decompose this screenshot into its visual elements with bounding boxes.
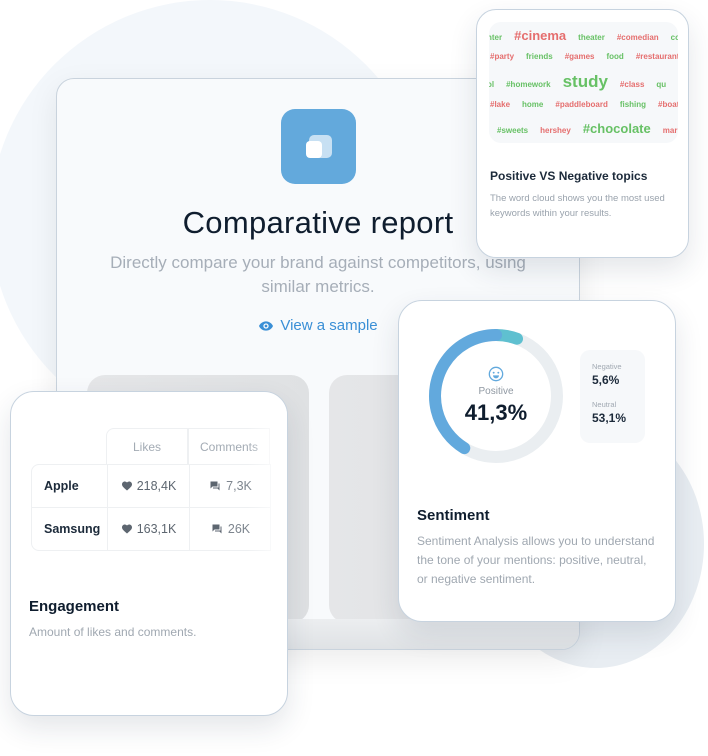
table-fade — [247, 392, 287, 612]
word-cloud-keyword: friends — [526, 52, 553, 61]
word-cloud-keyword: #paddleboard — [555, 100, 608, 109]
word-cloud: nter #cinema theater #comedian co #party frien… — [489, 22, 678, 143]
chat-icon — [212, 524, 222, 534]
sentiment-description: Sentiment Analysis allows you to underst… — [417, 534, 655, 586]
word-cloud-keyword: theater — [578, 33, 605, 42]
table-row: Samsung 163,1K 26K — [31, 507, 271, 551]
word-cloud-description: The word cloud shows you the most used k… — [490, 193, 665, 219]
likes-cell: 218,4K — [107, 465, 189, 507]
word-cloud-keyword: #comedian — [616, 33, 659, 42]
engagement-card: Likes Comments Apple 218,4K 7,3K Samsung… — [10, 391, 288, 716]
brand-name: Samsung — [44, 522, 101, 536]
neutral-label: Neutral — [592, 400, 617, 409]
donut-center: Positive 41,3% — [427, 327, 565, 465]
word-cloud-keyword: #party — [490, 52, 515, 61]
likes-value: 163,1K — [136, 522, 177, 536]
sentiment-card: Positive 41,3% Negative 5,6% Neutral 53,… — [398, 300, 676, 622]
sentiment-breakdown: Negative 5,6% Neutral 53,1% — [580, 350, 645, 443]
word-cloud-keyword: #sweets — [497, 126, 529, 135]
chat-icon — [210, 481, 220, 491]
word-cloud-keyword: #class — [619, 80, 645, 89]
heart-icon — [121, 481, 132, 491]
engagement-description: Amount of likes and comments. — [29, 625, 197, 639]
word-cloud-keyword: #boat — [658, 100, 678, 109]
word-cloud-keyword: home — [522, 100, 544, 109]
positive-value: 41,3% — [464, 400, 528, 425]
word-cloud-card: nter #cinema theater #comedian co #party frien… — [476, 9, 689, 258]
compare-squares-icon — [281, 109, 356, 184]
word-cloud-row: ol #homework study #class qu — [489, 72, 666, 92]
negative-label: Negative — [592, 362, 622, 371]
table-row: Apple 218,4K 7,3K — [31, 464, 271, 508]
word-cloud-keyword: #homework — [506, 80, 551, 89]
word-cloud-keyword: study — [562, 72, 608, 91]
word-cloud-keyword: #chocolate — [582, 121, 651, 136]
negative-value: 5,6% — [592, 373, 620, 387]
word-cloud-keyword: hershey — [540, 126, 571, 135]
word-cloud-row: #sweets hershey #chocolate mar — [497, 121, 677, 136]
word-cloud-keyword: food — [606, 52, 624, 61]
word-cloud-keyword: nter — [489, 33, 503, 42]
word-cloud-keyword: #games — [564, 52, 595, 61]
word-cloud-keyword: ol — [489, 80, 495, 89]
page-description: Directly compare your brand against comp… — [110, 253, 526, 296]
word-cloud-row: #lake home #paddleboard fishing #boat — [490, 100, 678, 109]
column-header-likes: Likes — [106, 428, 188, 464]
brand-name: Apple — [44, 479, 79, 493]
view-sample-label: View a sample — [280, 317, 378, 334]
word-cloud-row: nter #cinema theater #comedian co — [489, 28, 678, 43]
word-cloud-keyword: co — [670, 33, 678, 42]
likes-cell: 163,1K — [107, 508, 189, 550]
heart-icon — [121, 524, 132, 534]
word-cloud-keyword: mar — [662, 126, 678, 135]
positive-label: Positive — [478, 386, 514, 397]
word-cloud-keyword: #cinema — [514, 28, 567, 43]
word-cloud-keyword: qu — [656, 80, 667, 89]
eye-icon — [259, 320, 274, 331]
word-cloud-keyword: #restaurant — [635, 52, 678, 61]
smile-icon — [488, 366, 504, 382]
neutral-value: 53,1% — [592, 411, 627, 425]
engagement-title: Engagement — [29, 598, 120, 615]
word-cloud-title: Positive VS Negative topics — [490, 169, 648, 183]
likes-value: 218,4K — [136, 479, 177, 493]
word-cloud-keyword: #lake — [490, 100, 511, 109]
sentiment-title: Sentiment — [417, 507, 490, 524]
word-cloud-row: #party friends #games food #restaurant — [490, 52, 678, 61]
word-cloud-keyword: fishing — [619, 100, 647, 109]
